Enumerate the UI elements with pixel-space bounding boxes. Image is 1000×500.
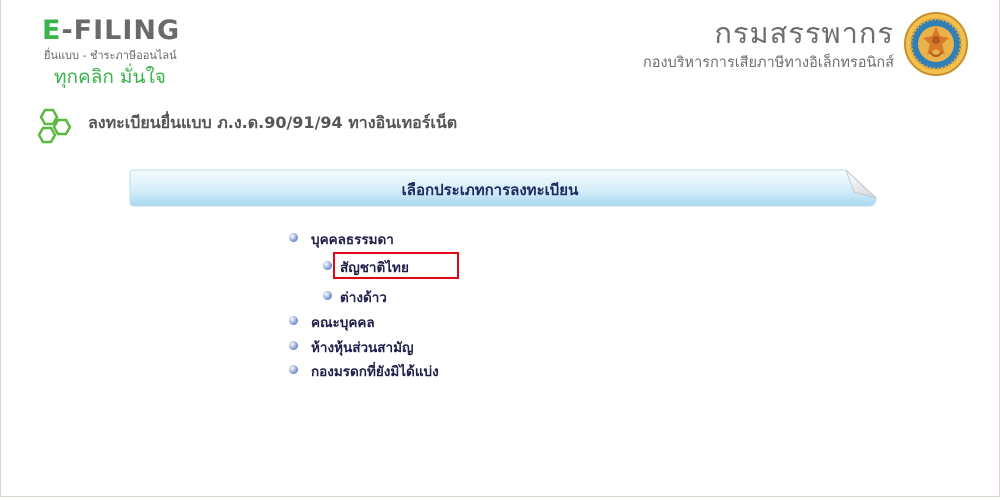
logo-tagline: ทุกคลิก มั่นใจ bbox=[54, 66, 166, 88]
bullet-icon bbox=[289, 341, 298, 350]
section-banner: เลือกประเภทการลงทะเบียน bbox=[128, 168, 878, 210]
selection-highlight-box bbox=[333, 252, 459, 279]
agency-title: กรมสรรพากร bbox=[714, 16, 894, 50]
revenue-department-seal-icon bbox=[904, 12, 968, 76]
page-title: ลงทะเบียนยื่นแบบ ภ.ง.ด.90/91/94 ทางอินเท… bbox=[88, 113, 458, 132]
bullet-icon bbox=[289, 316, 298, 325]
section-title: เลือกประเภทการลงทะเบียน bbox=[401, 181, 579, 199]
bullet-icon bbox=[323, 291, 332, 300]
efiling-logo[interactable]: E-FILING ยื่นแบบ - ชำระภาษีออนไลน์ ทุกคล… bbox=[42, 14, 202, 89]
logo-e-letter: E bbox=[42, 15, 62, 46]
bullet-icon bbox=[289, 233, 298, 242]
menu-label-foreigner[interactable]: ต่างด้าว bbox=[340, 286, 387, 308]
logo-filing-text: -FILING bbox=[61, 15, 181, 46]
hexagon-cluster-icon bbox=[37, 108, 72, 144]
bullet-icon bbox=[289, 365, 298, 374]
bullet-icon bbox=[323, 261, 332, 270]
menu-label-ordinary-partnership[interactable]: ห้างหุ้นส่วนสามัญ bbox=[311, 336, 413, 358]
menu-label-group-of-persons[interactable]: คณะบุคคล bbox=[311, 311, 375, 333]
menu-label-undivided-estate[interactable]: กองมรดกที่ยังมิได้แบ่ง bbox=[311, 360, 439, 382]
menu-label-individual[interactable]: บุคคลธรรมดา bbox=[311, 228, 394, 250]
logo-wordmark: E-FILING bbox=[42, 16, 180, 46]
agency-subtitle: กองบริหารการเสียภาษีทางอิเล็กทรอนิกส์ bbox=[642, 55, 894, 71]
